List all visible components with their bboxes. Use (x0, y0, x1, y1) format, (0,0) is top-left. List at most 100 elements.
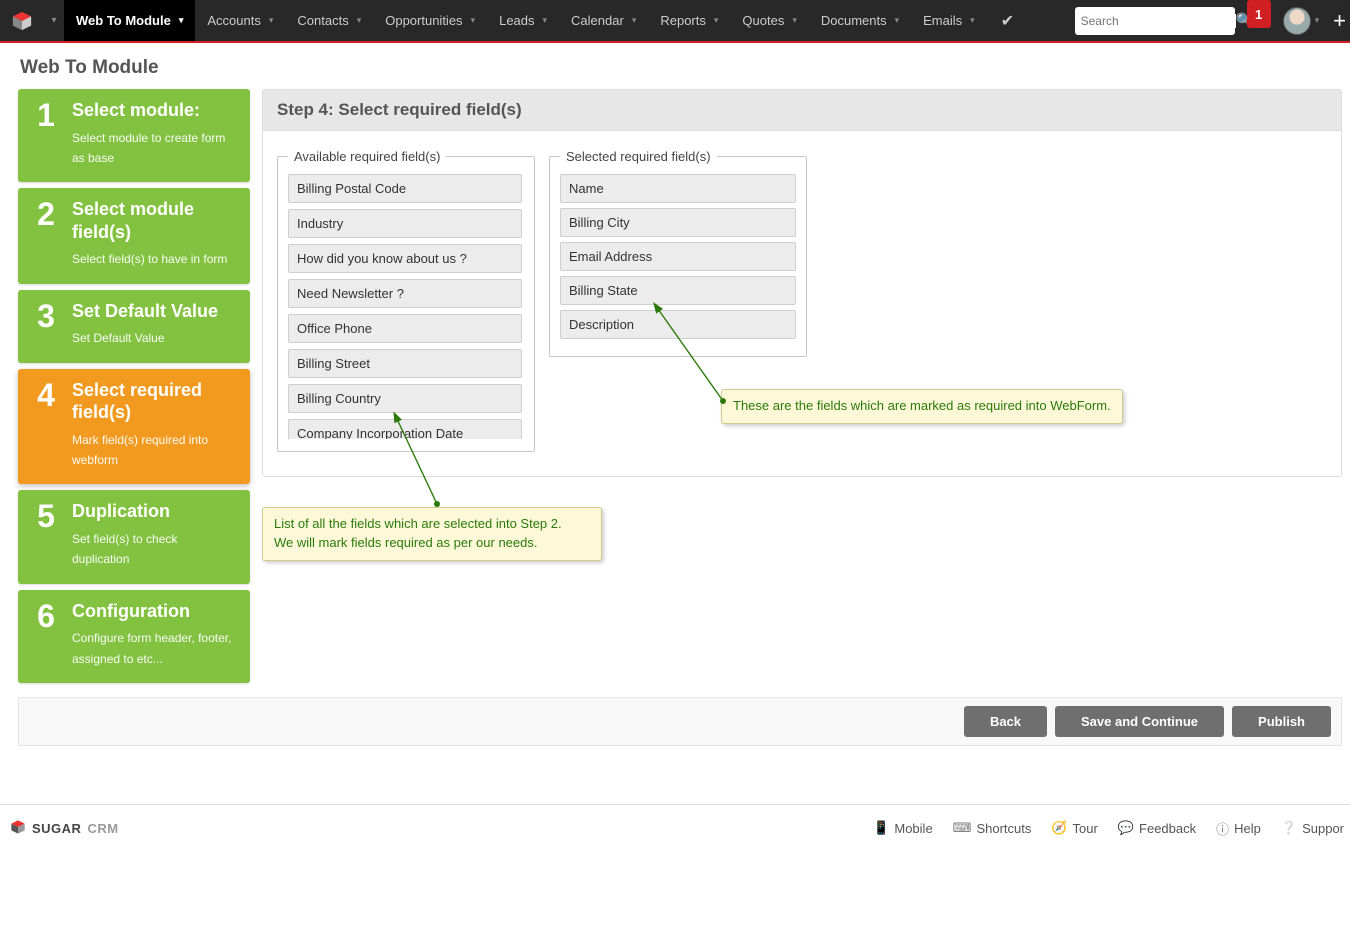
quick-create-button[interactable]: + (1325, 0, 1350, 41)
step-number: 6 (30, 600, 62, 669)
step-title: Select module: (72, 99, 238, 122)
step-desc: Configure form header, footer, assigned … (72, 628, 238, 669)
step-desc: Select field(s) to have in form (72, 249, 238, 269)
footer-tour[interactable]: 🧭Tour (1051, 820, 1097, 836)
available-field-item[interactable]: Need Newsletter ? (288, 279, 522, 308)
search-box[interactable]: 🔍 (1075, 7, 1235, 35)
action-bar: Back Save and Continue Publish (18, 697, 1342, 746)
nav-label: Calendar (571, 13, 624, 28)
available-legend: Available required field(s) (288, 149, 446, 164)
step-title: Select module field(s) (72, 198, 238, 243)
save-continue-button[interactable]: Save and Continue (1055, 706, 1224, 737)
selected-legend: Selected required field(s) (560, 149, 717, 164)
nav-label: Leads (499, 13, 534, 28)
step-title: Configuration (72, 600, 238, 623)
nav-item-leads[interactable]: Leads▾ (487, 0, 559, 41)
nav-label: Documents (821, 13, 887, 28)
nav-label: Opportunities (385, 13, 462, 28)
nav-label: Web To Module (76, 13, 171, 28)
avatar-icon (1283, 7, 1311, 35)
chevron-down-icon: ▾ (895, 15, 900, 26)
question-icon: ❔ (1281, 820, 1297, 836)
chevron-down-icon: ▾ (357, 15, 362, 26)
back-button[interactable]: Back (964, 706, 1047, 737)
step-number: 2 (30, 198, 62, 269)
nav-item-web-to-module[interactable]: Web To Module ▾ (64, 0, 195, 41)
nav-label: Quotes (742, 13, 784, 28)
step-title: Set Default Value (72, 300, 238, 323)
step-desc: Mark field(s) required into webform (72, 430, 238, 471)
footer-brand: SUGAR (32, 821, 81, 836)
chevron-down-icon: ▾ (632, 15, 637, 26)
chevron-down-icon: ▾ (1315, 15, 1320, 26)
nav-item-reports[interactable]: Reports▾ (648, 0, 730, 41)
wizard-step-1[interactable]: 1 Select module: Select module to create f… (18, 89, 250, 182)
chat-icon: 💬 (1118, 820, 1134, 836)
user-menu[interactable]: ▾ (1277, 0, 1326, 41)
footer-logo[interactable]: SUGAR CRM (10, 819, 119, 838)
main-area: Step 4: Select required field(s) Availab… (262, 89, 1342, 683)
wizard-step-3[interactable]: 3 Set Default Value Set Default Value (18, 290, 250, 363)
nav-item-accounts[interactable]: Accounts ▾ (195, 0, 285, 41)
available-field-item[interactable]: Industry (288, 209, 522, 238)
wizard-steps: 1 Select module: Select module to create f… (18, 89, 250, 683)
step-desc: Select module to create form as base (72, 128, 238, 169)
nav-item-quotes[interactable]: Quotes ▾ (730, 0, 808, 41)
step-number: 5 (30, 500, 62, 569)
footer-help[interactable]: ⓘHelp (1216, 819, 1261, 838)
info-icon: ⓘ (1216, 819, 1229, 838)
app-logo[interactable] (0, 0, 44, 41)
chevron-down-icon: ▾ (714, 15, 719, 26)
footer-support[interactable]: ❔Suppor (1281, 820, 1344, 836)
available-field-item[interactable]: Billing Postal Code (288, 174, 522, 203)
nav-item-opportunities[interactable]: Opportunities ▾ (373, 0, 487, 41)
arrow-available (382, 409, 462, 519)
callout-selected: These are the fields which are marked as… (721, 389, 1123, 424)
compass-icon: 🧭 (1051, 820, 1067, 836)
keyboard-icon: ⌨ (953, 820, 972, 836)
wizard-step-2[interactable]: 2Select module field(s) Select field(s) t… (18, 188, 250, 283)
nav-item-contacts[interactable]: Contacts ▾ (285, 0, 373, 41)
footer-brand-suffix: CRM (87, 821, 118, 836)
wizard-step-6[interactable]: 6 Configuration Configure form header, foo… (18, 590, 250, 683)
wizard-step-4[interactable]: 4Select required field(s)Mark field(s) r… (18, 369, 250, 485)
chevron-down-icon: ▾ (970, 15, 975, 26)
search-input[interactable] (1081, 14, 1236, 28)
available-list[interactable]: Billing Postal Code Industry How did you k… (288, 174, 524, 439)
footer-shortcuts[interactable]: ⌨Shortcuts (953, 820, 1032, 836)
selected-field-item[interactable]: Name (560, 174, 796, 203)
chevron-down-icon: ▾ (269, 15, 274, 26)
publish-button[interactable]: Publish (1232, 706, 1331, 737)
chevron-down-icon: ▾ (179, 15, 184, 26)
nav-item-emails[interactable]: Emails ▾ (911, 0, 987, 41)
search-wrap: 🔍 (1069, 0, 1241, 41)
selected-field-item[interactable]: Email Address (560, 242, 796, 271)
wizard-step-5[interactable]: 5 Duplication Set field(s) to check duplic… (18, 490, 250, 583)
available-field-item[interactable]: Office Phone (288, 314, 522, 343)
step-title: Duplication (72, 500, 238, 523)
notification-badge[interactable]: 1 (1247, 0, 1271, 28)
footer-feedback[interactable]: 💬Feedback (1118, 820, 1196, 836)
nav-item-documents[interactable]: Documents ▾ (809, 0, 911, 41)
nav-label: Accounts (207, 13, 260, 28)
top-nav: ▾Web To Module▾Accounts▾Contacts▾Opportu… (0, 0, 1350, 43)
step-desc: Set field(s) to check duplication (72, 529, 238, 570)
chevron-down-icon: ▾ (792, 15, 797, 26)
step-desc: Set Default Value (72, 328, 238, 348)
footer-mobile[interactable]: 📱Mobile (873, 820, 932, 836)
logo-dropdown[interactable]: ▾ (44, 0, 64, 41)
mobile-icon: 📱 (873, 820, 889, 836)
nav-more[interactable]: ✔ (987, 0, 1028, 41)
footer: SUGAR CRM 📱Mobile ⌨Shortcuts 🧭Tour 💬Feedb… (0, 805, 1350, 852)
available-field-item[interactable]: How did you know about us ? (288, 244, 522, 273)
nav-label: Emails (923, 13, 962, 28)
chevron-down-icon: ▾ (471, 15, 476, 26)
step-number: 3 (30, 300, 62, 349)
nav-label: Contacts (297, 13, 348, 28)
cube-icon (10, 819, 26, 838)
selected-field-item[interactable]: Billing City (560, 208, 796, 237)
step-number: 4 (30, 379, 62, 471)
nav-item-calendar[interactable]: Calendar ▾ (559, 0, 648, 41)
step-number: 1 (30, 99, 62, 168)
available-field-item[interactable]: Billing Street (288, 349, 522, 378)
